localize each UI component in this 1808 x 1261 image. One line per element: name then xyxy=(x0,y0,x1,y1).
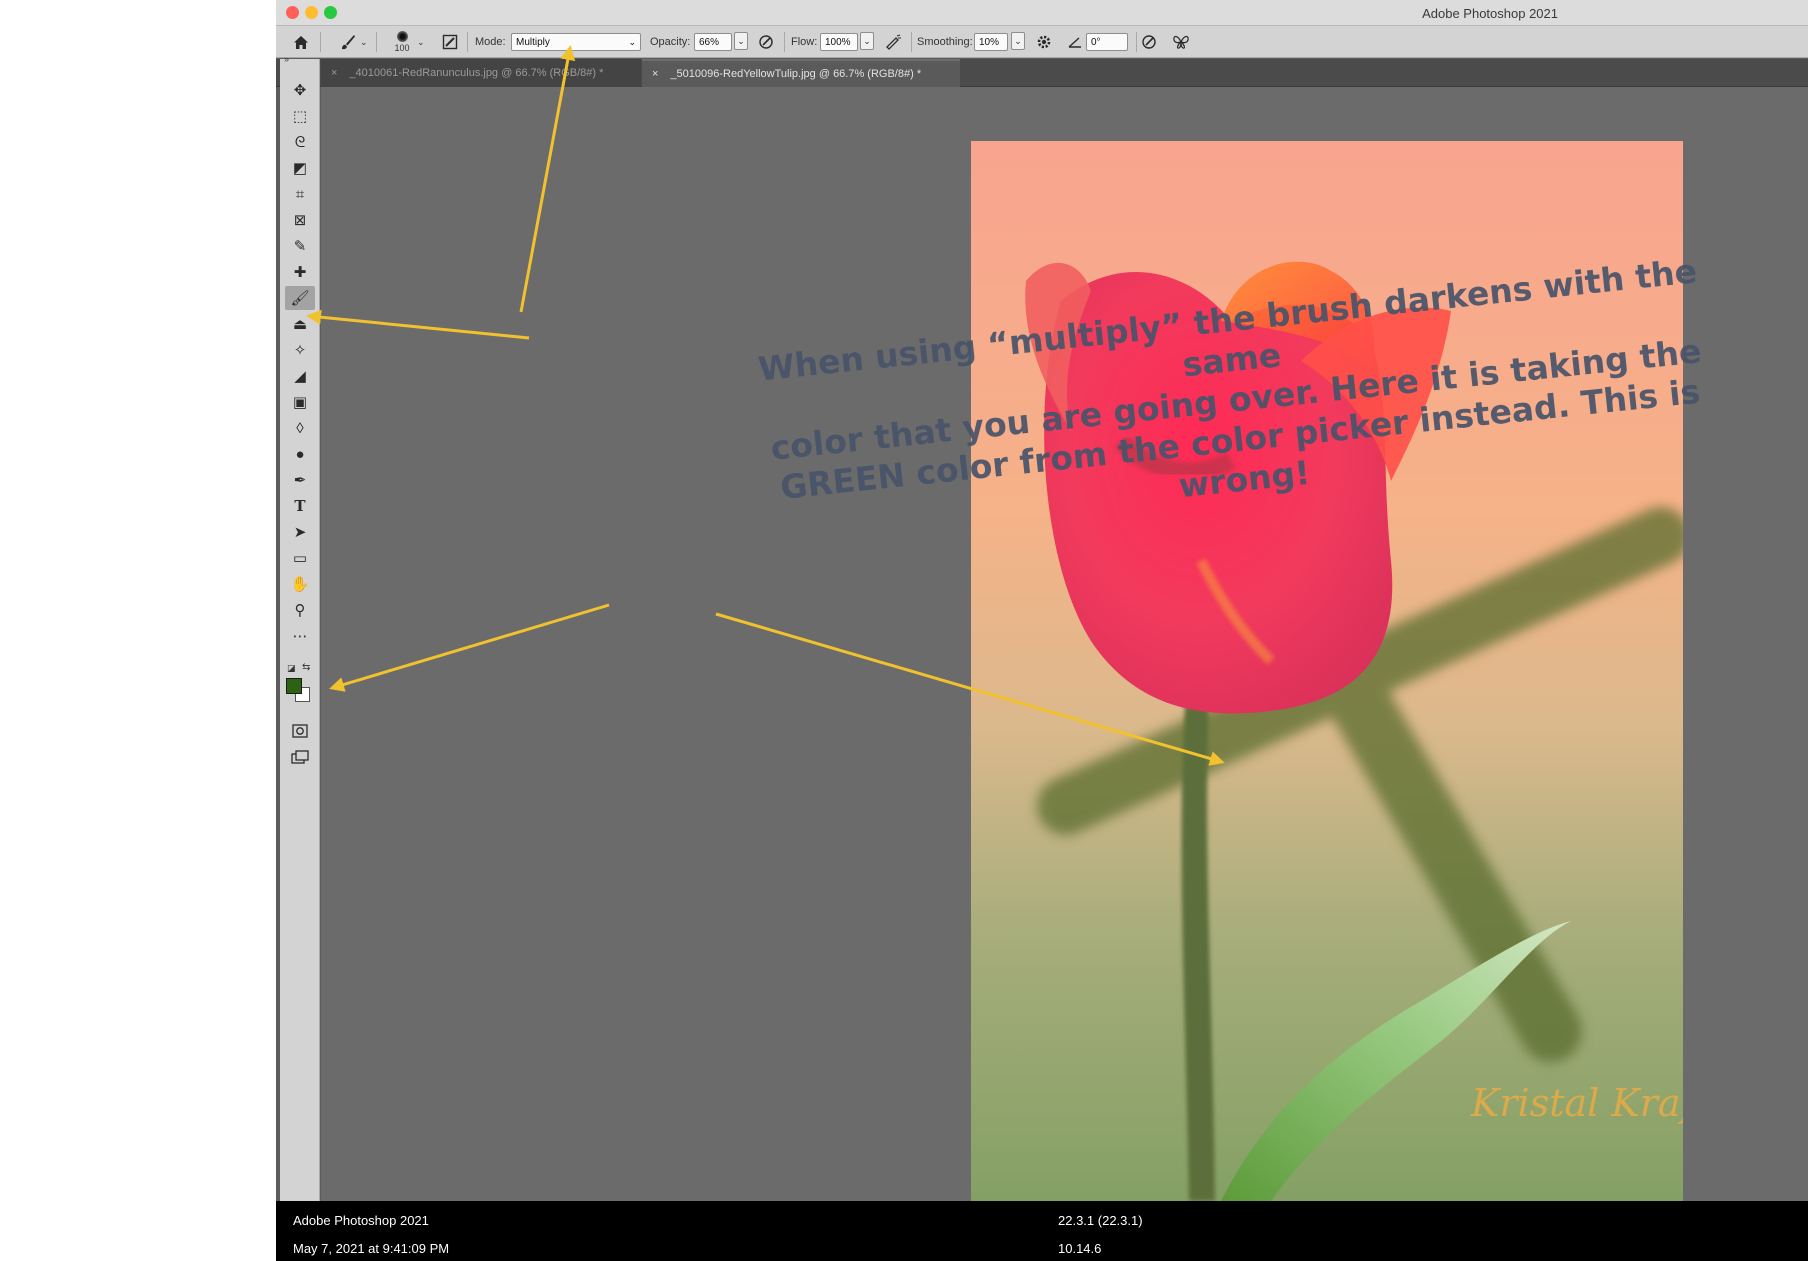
symmetry-butterfly-icon[interactable] xyxy=(1170,26,1192,58)
hand-tool[interactable]: ✋ xyxy=(285,572,315,596)
move-tool[interactable]: ✥ xyxy=(285,78,315,102)
foreground-color-swatch[interactable] xyxy=(286,678,302,694)
photographer-signature: Kristal Kraft xyxy=(1470,1081,1683,1125)
more-tools[interactable]: ⋯ xyxy=(285,624,315,648)
brush-settings-panel-icon[interactable] xyxy=(440,26,460,58)
swap-colors-icon[interactable]: ⇆ xyxy=(302,662,310,673)
separator xyxy=(911,32,912,52)
mode-value: Multiply xyxy=(516,36,550,48)
brush-preset-icon[interactable] xyxy=(338,26,358,58)
screenshot-info-bar: Adobe Photoshop 2021 May 7, 2021 at 9:41… xyxy=(276,1201,1808,1261)
blur-tool[interactable]: ◊ xyxy=(285,416,315,440)
close-icon[interactable]: × xyxy=(652,68,658,80)
separator xyxy=(467,32,468,52)
panel-collapse-icon[interactable]: » xyxy=(284,54,289,64)
signature-text: Kristal Kraft xyxy=(1470,1081,1683,1125)
mode-label: Mode: xyxy=(475,36,506,48)
zoom-tool[interactable]: ⚲ xyxy=(285,598,315,622)
separator xyxy=(320,32,321,52)
opacity-dropdown[interactable]: ⌄ xyxy=(734,32,748,50)
brush-angle-icon xyxy=(1066,26,1084,58)
pressure-size-icon[interactable] xyxy=(1138,26,1160,58)
brush-size-label: 100 xyxy=(394,43,410,53)
flow-input[interactable]: 100% xyxy=(820,26,858,58)
app-title: Adobe Photoshop 2021 xyxy=(1422,6,1558,21)
chevron-down-icon: ⌄ xyxy=(628,36,636,47)
info-timestamp: May 7, 2021 at 9:41:09 PM xyxy=(293,1241,450,1256)
history-brush-tool[interactable]: ✧ xyxy=(285,338,315,362)
eraser-tool[interactable]: ◢ xyxy=(285,364,315,388)
options-bar: ⌄ 100 ⌄ Mode: Multiply ⌄ Opacity: 66% ⌄ … xyxy=(276,26,1808,58)
close-icon[interactable]: × xyxy=(331,67,337,79)
healing-brush-tool[interactable]: ✚ xyxy=(285,260,315,284)
airbrush-icon[interactable] xyxy=(882,26,904,58)
gradient-tool[interactable]: ▣ xyxy=(285,390,315,414)
pen-tool[interactable]: ✒ xyxy=(285,468,315,492)
clone-stamp-tool[interactable]: ⏏ xyxy=(285,312,315,336)
marquee-tool[interactable]: ⬚ xyxy=(285,104,315,128)
frame-tool[interactable]: ⊠ xyxy=(285,208,315,232)
tab-label: _5010096-RedYellowTulip.jpg @ 66.7% (RGB… xyxy=(670,68,922,80)
smoothing-value: 10% xyxy=(979,36,1000,48)
tab-red-ranunculus[interactable]: × _4010061-RedRanunculus.jpg @ 66.7% (RG… xyxy=(321,59,641,87)
brush-size-dropdown[interactable]: ⌄ xyxy=(417,26,427,58)
lasso-tool[interactable]: ᘓ xyxy=(285,130,315,154)
quick-mask-icon[interactable] xyxy=(285,719,315,743)
title-bar: Adobe Photoshop 2021 xyxy=(276,0,1808,26)
tab-label: _4010061-RedRanunculus.jpg @ 66.7% (RGB/… xyxy=(349,67,604,79)
info-app-name: Adobe Photoshop 2021 xyxy=(293,1213,429,1228)
mode-select[interactable]: Multiply ⌄ xyxy=(511,26,641,58)
opacity-value: 66% xyxy=(699,36,720,48)
photoshop-window: Adobe Photoshop 2021 ⌄ 100 ⌄ Mode: Multi… xyxy=(276,0,1808,1261)
path-selection-tool[interactable]: ➤ xyxy=(285,520,315,544)
opacity-label: Opacity: xyxy=(650,36,691,48)
brush-size-picker[interactable]: 100 xyxy=(390,26,414,58)
brush-tip-icon xyxy=(396,31,408,42)
document-tab-bar: × _4010061-RedRanunculus.jpg @ 66.7% (RG… xyxy=(276,59,1808,87)
rectangle-tool[interactable]: ▭ xyxy=(285,546,315,570)
angle-input[interactable]: 0° xyxy=(1086,26,1128,58)
angle-value: 0° xyxy=(1091,36,1101,48)
crop-tool[interactable]: ⌗ xyxy=(285,182,315,206)
separator xyxy=(376,32,377,52)
eyedropper-tool[interactable]: ✎ xyxy=(285,234,315,258)
smoothing-input[interactable]: 10% xyxy=(974,26,1008,58)
canvas-area[interactable]: Kristal Kraft xyxy=(321,87,1808,1201)
default-colors-icon[interactable]: ◪ xyxy=(287,663,296,674)
separator xyxy=(784,32,785,52)
info-version: 22.3.1 (22.3.1) xyxy=(1058,1213,1143,1228)
flow-label: Flow: xyxy=(791,36,818,48)
brush-preset-dropdown[interactable]: ⌄ xyxy=(360,26,370,58)
type-tool[interactable]: T xyxy=(285,494,315,518)
object-selection-tool[interactable]: ◩ xyxy=(285,156,315,180)
screenshot-root: Adobe Photoshop 2021 ⌄ 100 ⌄ Mode: Multi… xyxy=(0,0,1808,1261)
flow-value: 100% xyxy=(825,36,851,48)
flow-dropdown[interactable]: ⌄ xyxy=(860,32,874,50)
info-os-version: 10.14.6 xyxy=(1058,1241,1102,1256)
screen-mode-icon[interactable] xyxy=(285,745,315,769)
separator xyxy=(1136,32,1137,52)
smoothing-dropdown[interactable]: ⌄ xyxy=(1011,32,1025,50)
tab-red-yellow-tulip[interactable]: × _5010096-RedYellowTulip.jpg @ 66.7% (R… xyxy=(642,59,960,87)
gear-icon[interactable] xyxy=(1034,26,1054,58)
home-icon[interactable] xyxy=(290,26,312,58)
brush-tool[interactable]: 🖌 xyxy=(285,286,315,310)
opacity-input[interactable]: 66% xyxy=(694,26,732,58)
dodge-tool[interactable]: ● xyxy=(285,442,315,466)
tools-panel: » ✥ ⬚ ᘓ ◩ ⌗ ⊠ ✎ ✚ 🖌 ⏏ ✧ ◢ ▣ ◊ ● ✒ T ➤ ▭ ✋ ⚲ ⋯ ◪ ⇆ xyxy=(280,54,320,1201)
pressure-opacity-icon[interactable] xyxy=(756,26,776,58)
smoothing-label: Smoothing: xyxy=(917,36,973,48)
